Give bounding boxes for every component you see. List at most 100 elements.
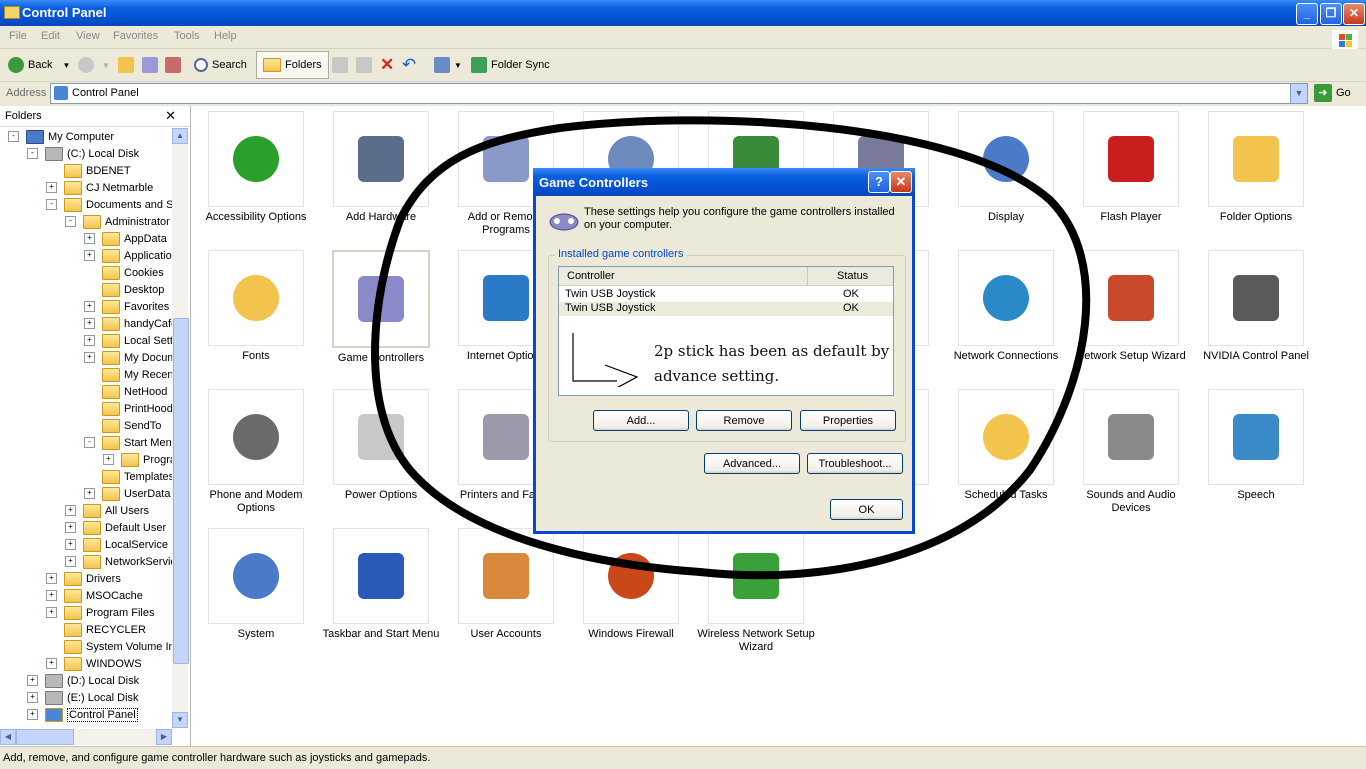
- tree-item[interactable]: + My Docume: [84, 349, 172, 366]
- control-panel-item[interactable]: Accessibility Options: [196, 111, 316, 224]
- delete-button[interactable]: ✕: [380, 54, 394, 76]
- menu-help[interactable]: Help: [214, 30, 237, 42]
- tree-item[interactable]: + Control Panel: [27, 706, 138, 723]
- control-panel-item[interactable]: Wireless Network Setup Wizard: [696, 528, 816, 654]
- control-panel-item[interactable]: Speech: [1196, 389, 1316, 502]
- scroll-left-icon[interactable]: ◀: [0, 729, 16, 745]
- tree-horizontal-scrollbar[interactable]: ◀ ▶: [0, 729, 172, 745]
- tree-item[interactable]: + Favorites: [84, 298, 169, 315]
- expand-icon[interactable]: +: [46, 573, 57, 584]
- tree-item[interactable]: - (C:) Local Disk: [27, 145, 139, 162]
- tree-item[interactable]: Cookies: [84, 264, 164, 281]
- tree-item[interactable]: SendTo: [84, 417, 161, 434]
- tree-item[interactable]: + Program Files: [46, 604, 154, 621]
- minimize-button[interactable]: _: [1296, 3, 1318, 25]
- control-panel-item[interactable]: Windows Firewall: [571, 528, 691, 641]
- forward-dropdown-icon[interactable]: ▼: [102, 61, 110, 70]
- col-status[interactable]: Status: [837, 270, 868, 282]
- menu-file[interactable]: File: [9, 30, 27, 42]
- control-panel-item[interactable]: User Accounts: [446, 528, 566, 641]
- expand-icon[interactable]: +: [65, 556, 76, 567]
- properties-button[interactable]: Properties: [800, 410, 896, 431]
- tree-item[interactable]: + CJ Netmarble: [46, 179, 153, 196]
- expand-icon[interactable]: +: [84, 301, 95, 312]
- control-panel-item[interactable]: Network Setup Wizard: [1071, 250, 1191, 363]
- tree-item[interactable]: + (D:) Local Disk: [27, 672, 139, 689]
- tree-item[interactable]: - Documents and Se: [46, 196, 172, 213]
- expand-icon[interactable]: +: [84, 488, 95, 499]
- control-panel-item[interactable]: Power Options: [321, 389, 441, 502]
- expand-icon[interactable]: +: [46, 590, 57, 601]
- address-dropdown-icon[interactable]: ▼: [1290, 84, 1307, 103]
- window-titlebar[interactable]: Control Panel _ ❐ ✕: [0, 0, 1366, 26]
- tree-item[interactable]: BDENET: [46, 162, 131, 179]
- up-button[interactable]: [118, 54, 138, 76]
- move-button[interactable]: [332, 54, 352, 76]
- forward-button[interactable]: ▼: [78, 54, 110, 76]
- tree-item[interactable]: RECYCLER: [46, 621, 146, 638]
- tree-item[interactable]: + (E:) Local Disk: [27, 689, 139, 706]
- tree-item[interactable]: + All Users: [65, 502, 149, 519]
- tree-item[interactable]: - Start Menu: [84, 434, 172, 451]
- menu-view[interactable]: View: [76, 30, 100, 42]
- copy-to-button[interactable]: [165, 54, 185, 76]
- scroll-down-icon[interactable]: ▼: [172, 712, 188, 728]
- tree-vertical-scrollbar[interactable]: ▲ ▼: [172, 128, 189, 728]
- tree-item[interactable]: + AppData: [84, 230, 167, 247]
- tree-item[interactable]: + Default User: [65, 519, 166, 536]
- scroll-up-icon[interactable]: ▲: [172, 128, 188, 144]
- tree-item[interactable]: + Application: [84, 247, 172, 264]
- undo-button[interactable]: ↶: [402, 54, 416, 76]
- control-panel-item[interactable]: System: [196, 528, 316, 641]
- help-button[interactable]: ?: [868, 171, 890, 193]
- expand-icon[interactable]: +: [103, 454, 114, 465]
- folders-button[interactable]: Folders: [256, 51, 329, 79]
- close-button[interactable]: ✕: [1343, 3, 1365, 25]
- tree-item[interactable]: + Progra: [103, 451, 172, 468]
- back-dropdown-icon[interactable]: ▼: [62, 61, 70, 70]
- collapse-icon[interactable]: -: [65, 216, 76, 227]
- tree-item[interactable]: + Drivers: [46, 570, 121, 587]
- troubleshoot-button[interactable]: Troubleshoot...: [807, 453, 903, 474]
- control-panel-item[interactable]: Display: [946, 111, 1066, 224]
- tree-item[interactable]: PrintHood: [84, 400, 172, 417]
- expand-icon[interactable]: +: [46, 182, 57, 193]
- address-input[interactable]: Control Panel ▼: [50, 83, 1308, 104]
- control-panel-item[interactable]: Add Hardware: [321, 111, 441, 224]
- table-row[interactable]: Twin USB Joystick OK: [559, 288, 893, 302]
- expand-icon[interactable]: +: [84, 352, 95, 363]
- control-panel-item[interactable]: Fonts: [196, 250, 316, 363]
- ok-button[interactable]: OK: [830, 499, 903, 520]
- tree-item[interactable]: NetHood: [84, 383, 167, 400]
- tree-item[interactable]: + WINDOWS: [46, 655, 142, 672]
- collapse-icon[interactable]: -: [8, 131, 19, 142]
- hscroll-thumb[interactable]: [16, 729, 74, 745]
- collapse-icon[interactable]: -: [46, 199, 57, 210]
- control-panel-item[interactable]: Scheduled Tasks: [946, 389, 1066, 502]
- controllers-list[interactable]: Controller Status Twin USB Joystick OK T…: [558, 266, 894, 396]
- menu-favorites[interactable]: Favorites: [113, 30, 158, 42]
- tree-item[interactable]: Templates: [84, 468, 172, 485]
- tree-item[interactable]: + NetworkService: [65, 553, 172, 570]
- menu-tools[interactable]: Tools: [174, 30, 200, 42]
- copy-button[interactable]: [356, 54, 376, 76]
- dialog-close-button[interactable]: ✕: [890, 171, 912, 193]
- expand-icon[interactable]: +: [46, 658, 57, 669]
- tree-item[interactable]: + handyCafe: [84, 315, 172, 332]
- remove-button[interactable]: Remove: [696, 410, 792, 431]
- scroll-right-icon[interactable]: ▶: [156, 729, 172, 745]
- expand-icon[interactable]: +: [84, 318, 95, 329]
- expand-icon[interactable]: +: [27, 709, 38, 720]
- folder-sync-button[interactable]: Folder Sync: [471, 54, 550, 76]
- control-panel-item[interactable]: Game Controllers: [321, 250, 441, 365]
- control-panel-item[interactable]: NVIDIA Control Panel: [1196, 250, 1316, 363]
- tree-item[interactable]: + MSOCache: [46, 587, 143, 604]
- views-button[interactable]: ▼: [434, 54, 462, 76]
- collapse-icon[interactable]: -: [27, 148, 38, 159]
- expand-icon[interactable]: +: [65, 522, 76, 533]
- advanced-button[interactable]: Advanced...: [704, 453, 800, 474]
- expand-icon[interactable]: +: [84, 335, 95, 346]
- tree-item[interactable]: My Recent: [84, 366, 172, 383]
- expand-icon[interactable]: +: [84, 250, 95, 261]
- collapse-icon[interactable]: -: [84, 437, 95, 448]
